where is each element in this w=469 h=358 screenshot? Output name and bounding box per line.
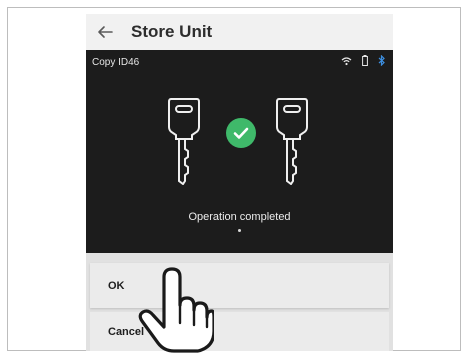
progress-dot xyxy=(238,229,241,232)
copied-key-icon xyxy=(276,98,308,185)
app-bar: Store Unit xyxy=(86,14,393,50)
pointing-hand-icon xyxy=(138,267,214,353)
battery-icon xyxy=(362,55,368,69)
status-message: Operation completed xyxy=(188,211,291,223)
device-label: Copy ID46 xyxy=(92,57,140,68)
original-key-icon xyxy=(168,98,200,185)
page-title: Store Unit xyxy=(131,22,213,41)
status-bar: Copy ID46 xyxy=(86,50,393,74)
wifi-icon xyxy=(341,56,352,69)
success-check-icon xyxy=(226,118,256,148)
bluetooth-icon xyxy=(378,54,385,69)
back-arrow-icon[interactable] xyxy=(95,22,115,42)
status-icons xyxy=(341,54,385,69)
